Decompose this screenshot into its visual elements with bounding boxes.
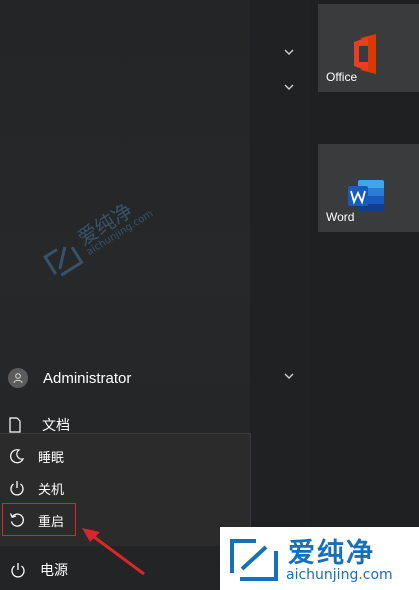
chevron-down-icon[interactable] [281, 370, 297, 382]
word-icon [348, 180, 384, 212]
watermark-title: 爱纯净 [288, 538, 375, 569]
sleep-label: 睡眠 [38, 449, 65, 465]
sleep-icon [8, 447, 26, 465]
avatar [8, 368, 28, 388]
power-icon [8, 479, 26, 497]
document-icon [9, 417, 21, 433]
power-icon [11, 563, 25, 578]
shutdown-label: 关机 [38, 481, 65, 497]
watermark-box: 爱纯净 aichunjing.com [220, 527, 419, 590]
user-icon [13, 373, 23, 384]
power-label: 电源 [40, 562, 68, 578]
start-group-column [250, 0, 310, 590]
power-button[interactable]: 电源 [0, 556, 250, 584]
shutdown-menu-item[interactable]: 关机 [0, 473, 250, 503]
watermark-url: aichunjing.com [286, 567, 393, 583]
tile-word[interactable]: Word [318, 144, 419, 232]
office-icon [354, 34, 376, 74]
restart-highlight-box [2, 503, 76, 536]
user-name: Administrator [43, 369, 132, 387]
user-account-button[interactable]: Administrator [0, 362, 250, 394]
chevron-down-icon[interactable] [281, 81, 297, 93]
tile-office[interactable]: Office [318, 4, 419, 92]
sleep-menu-item[interactable]: 睡眠 [0, 441, 250, 471]
tile-label: Word [326, 210, 355, 224]
tile-label: Office [326, 70, 358, 84]
watermark-logo-icon [230, 539, 278, 581]
documents-label: 文档 [42, 417, 70, 433]
chevron-down-icon[interactable] [281, 46, 297, 58]
